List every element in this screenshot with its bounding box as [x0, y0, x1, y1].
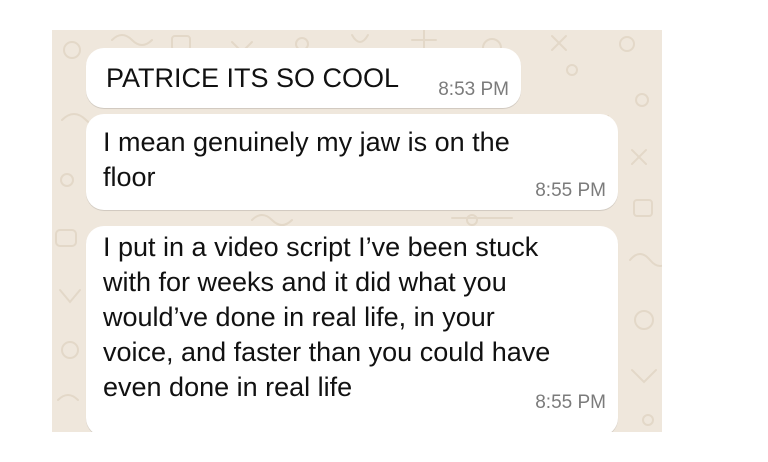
message-text: PATRICE ITS SO COOL [106, 63, 400, 93]
message-text: I put in a video script I’ve been stuck … [103, 232, 551, 402]
message-text: I mean genuinely my jaw is on the floor [103, 127, 510, 192]
message-timestamp: 8:53 PM [438, 79, 509, 100]
chat-panel: PATRICE ITS SO COOL 8:53 PM I mean genui… [52, 30, 662, 432]
message-bubble[interactable]: I mean genuinely my jaw is on the floor … [86, 114, 618, 210]
message-bubble[interactable]: I put in a video script I’ve been stuck … [86, 226, 618, 432]
message-timestamp: 8:55 PM [535, 392, 606, 413]
message-timestamp: 8:55 PM [535, 180, 606, 201]
message-bubble[interactable]: PATRICE ITS SO COOL 8:53 PM [86, 48, 521, 108]
